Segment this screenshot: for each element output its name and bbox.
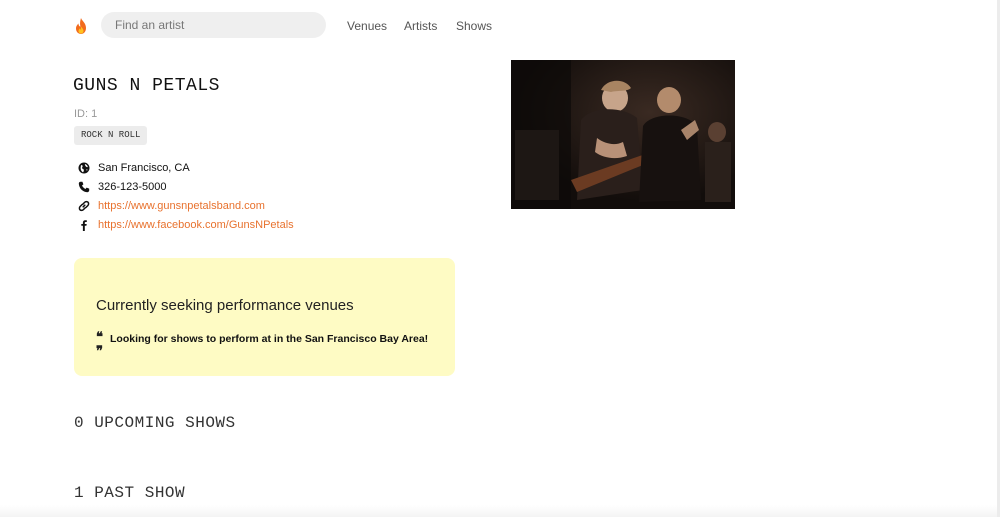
artist-name: GUNS N PETALS [73,76,220,96]
location-row: San Francisco, CA [78,161,378,177]
upcoming-shows-heading: 0 UPCOMING SHOWS [74,414,236,432]
facebook-row: https://www.facebook.com/GunsNPetals [78,218,378,234]
nav-link-artists[interactable]: Artists [404,19,437,33]
bottom-fade [0,505,997,517]
seeking-description: Looking for shows to perform at in the S… [110,333,429,345]
facebook-link[interactable]: https://www.facebook.com/GunsNPetals [98,219,294,231]
location-text: San Francisco, CA [98,162,190,174]
navbar: Venues Artists Shows [0,0,997,52]
artist-id: ID: 1 [74,108,98,120]
fire-icon[interactable] [73,17,89,35]
past-shows-heading: 1 PAST SHOW [74,484,186,502]
facebook-icon [78,219,90,231]
phone-row: 326-123-5000 [78,180,378,196]
genre-tag: ROCK N ROLL [74,126,148,145]
phone-text: 326-123-5000 [98,181,167,193]
phone-icon [78,181,90,193]
nav-link-venues[interactable]: Venues [347,19,387,33]
artist-photo [511,60,735,209]
website-link[interactable]: https://www.gunsnpetalsband.com [98,200,265,212]
nav-link-shows[interactable]: Shows [456,19,492,33]
link-icon [78,200,90,212]
quote-open-icon: ❝ [96,330,103,345]
globe-icon [78,162,90,174]
quote-close-icon: ❞ [96,344,103,359]
search-input[interactable] [101,12,326,38]
seeking-heading: Currently seeking performance venues [96,297,354,314]
seeking-venue-box: Currently seeking performance venues ❝ L… [74,258,455,376]
website-row: https://www.gunsnpetalsband.com [78,199,378,215]
